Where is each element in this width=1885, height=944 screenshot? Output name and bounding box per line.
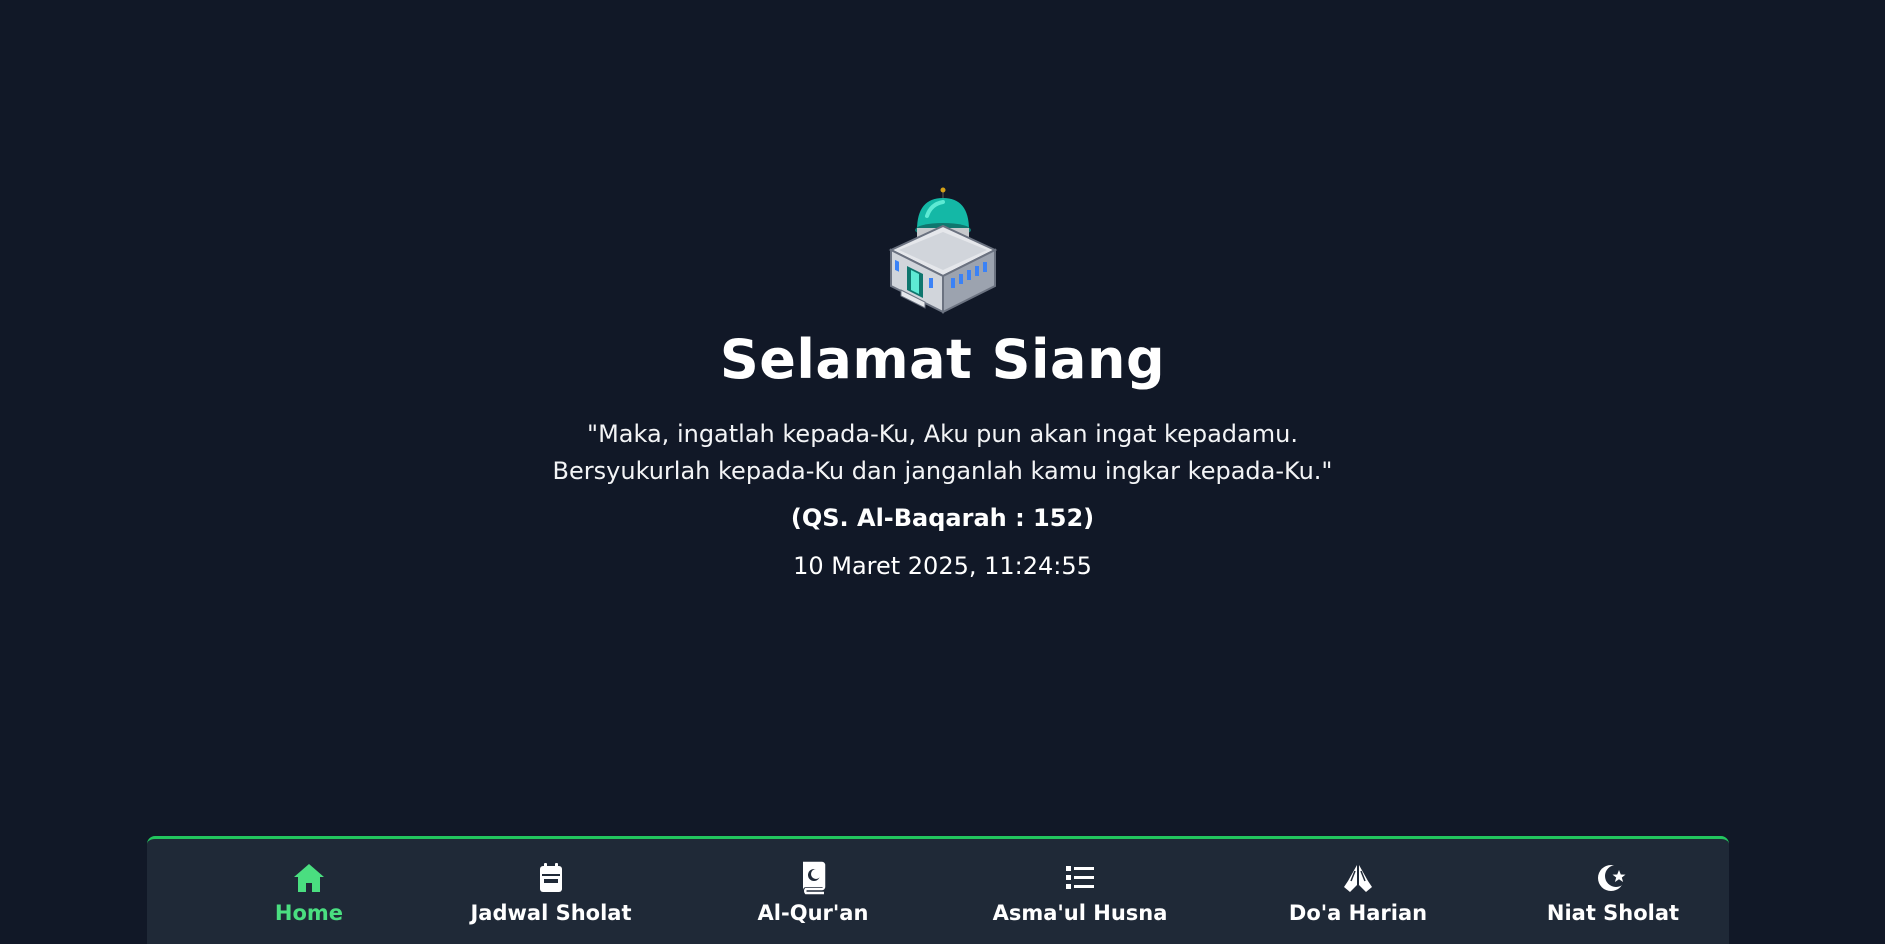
bottom-navigation: Home Jadwal Sholat Al-Qur'an Asma'ul Hus…: [147, 836, 1729, 944]
nav-label-asmaul-husna: Asma'ul Husna: [992, 901, 1168, 925]
nav-label-jadwal-sholat: Jadwal Sholat: [470, 901, 632, 925]
nav-item-home[interactable]: Home: [199, 861, 419, 925]
greeting-title: Selamat Siang: [719, 328, 1166, 391]
nav-item-niat-sholat[interactable]: Niat Sholat: [1503, 861, 1723, 925]
nav-item-asmaul-husna[interactable]: Asma'ul Husna: [970, 861, 1190, 925]
quote-text: "Maka, ingatlah kepada-Ku, Aku pun akan …: [553, 416, 1333, 490]
nav-label-home: Home: [274, 901, 344, 925]
nav-item-al-quran[interactable]: Al-Qur'an: [703, 861, 923, 925]
nav-label-doa-harian: Do'a Harian: [1288, 901, 1428, 925]
page: Selamat Siang "Maka, ingatlah kepada-Ku,…: [0, 0, 1885, 944]
nav-label-niat-sholat: Niat Sholat: [1546, 901, 1680, 925]
quote-source: (QS. Al-Baqarah : 152): [790, 504, 1095, 532]
nav-item-doa-harian[interactable]: Do'a Harian: [1248, 861, 1468, 925]
list-icon: [1066, 866, 1094, 889]
nav-label-al-quran: Al-Qur'an: [757, 901, 869, 925]
quote-line-2: Bersyukurlah kepada-Ku dan janganlah kam…: [552, 457, 1333, 485]
current-datetime: 10 Maret 2025, 11:24:55: [793, 552, 1092, 580]
home-icon: [294, 864, 324, 892]
hero-section: Selamat Siang "Maka, ingatlah kepada-Ku,…: [0, 186, 1885, 584]
mosque-icon: [888, 187, 997, 314]
nav-item-jadwal-sholat[interactable]: Jadwal Sholat: [441, 861, 661, 925]
star-and-crescent-icon: [1598, 865, 1627, 891]
quote-line-1: "Maka, ingatlah kepada-Ku, Aku pun akan …: [587, 420, 1298, 448]
calendar-icon: [540, 863, 562, 892]
praying-hands-icon: [1344, 865, 1372, 892]
quran-icon: [803, 861, 826, 895]
